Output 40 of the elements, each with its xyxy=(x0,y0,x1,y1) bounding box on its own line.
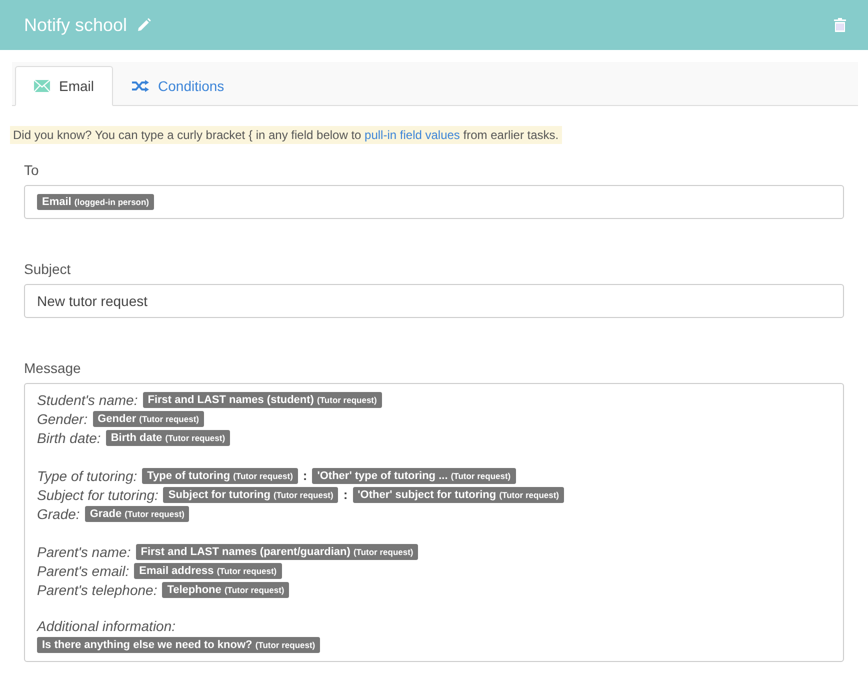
field-token[interactable]: Birth date (Tutor request) xyxy=(106,430,230,446)
field-token[interactable]: First and LAST names (student) (Tutor request) xyxy=(142,392,382,408)
to-field[interactable]: Email (logged-in person) xyxy=(24,185,844,219)
field-token[interactable]: Gender (Tutor request) xyxy=(92,410,204,426)
message-label: Parent's name: xyxy=(37,544,131,560)
message-label: Parent's telephone: xyxy=(37,582,158,598)
field-token[interactable]: Subject for tutoring (Tutor request) xyxy=(163,486,338,502)
field-label: Message xyxy=(24,360,82,376)
field-token[interactable]: 'Other' type of tutoring ... (Tutor request) xyxy=(312,468,516,484)
field-token[interactable]: Is there anything else we need to know? (Tutor request) xyxy=(37,637,320,653)
shuffle-icon xyxy=(132,80,150,92)
field-token[interactable]: Telephone (Tutor request) xyxy=(162,582,290,598)
tab[interactable]: Conditions xyxy=(113,66,244,106)
separator: : xyxy=(302,468,308,483)
message-field[interactable] xyxy=(24,383,844,662)
task-title: Notify school xyxy=(24,14,128,36)
field-token[interactable]: Email (logged-in person) xyxy=(37,194,154,210)
message-label: Student's name: xyxy=(37,392,138,408)
field-label: To xyxy=(24,162,40,178)
field-token[interactable]: Email address (Tutor request) xyxy=(134,562,282,578)
message-label: Parent's email: xyxy=(37,562,130,578)
message-label: Additional information: xyxy=(37,618,176,634)
field-token[interactable]: Grade (Tutor request) xyxy=(84,506,190,522)
message-label: Subject for tutoring: xyxy=(37,486,158,502)
field-label: Subject xyxy=(24,261,72,277)
hint-text: Did you know? You can type a curly bracket { in any field below to pull-in field values from earlier tasks. xyxy=(10,126,562,144)
trash-icon[interactable] xyxy=(834,18,846,32)
message-label: Gender: xyxy=(37,410,88,426)
field-token[interactable]: 'Other' subject for tutoring (Tutor request) xyxy=(352,486,564,502)
separator: : xyxy=(343,487,348,502)
pencil-icon[interactable] xyxy=(137,18,152,32)
field-token[interactable]: Type of tutoring (Tutor request) xyxy=(142,468,298,484)
message-label: Birth date: xyxy=(37,430,101,446)
envelope-icon xyxy=(34,80,50,92)
field-token[interactable]: First and LAST names (parent/guardian) (Tutor request) xyxy=(136,544,418,560)
message-label: Type of tutoring: xyxy=(37,468,138,484)
subject-field[interactable]: New tutor request xyxy=(24,284,844,318)
tab[interactable]: Email xyxy=(15,66,114,106)
message-label: Grade: xyxy=(37,506,80,522)
field-values-link[interactable]: pull-in field values xyxy=(364,128,460,142)
